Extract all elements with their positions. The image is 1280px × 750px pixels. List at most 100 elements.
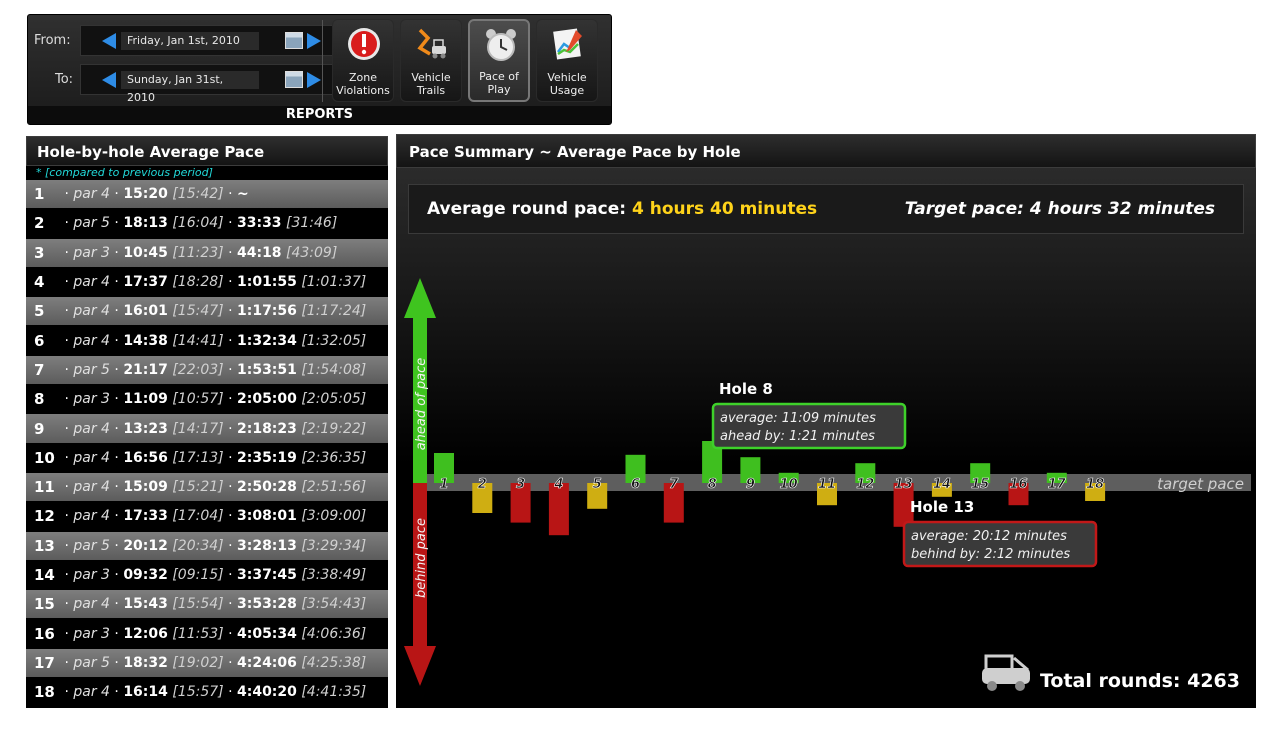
- separator: ·: [109, 596, 124, 613]
- hole-tick-label: 5: [593, 477, 602, 492]
- from-date-text[interactable]: Friday, Jan 1st, 2010: [121, 32, 259, 50]
- hole-number: 5: [34, 302, 45, 321]
- reports-section-label: REPORTS: [28, 106, 611, 124]
- separator: ·: [109, 537, 124, 554]
- hole-average-time: 15:09: [123, 479, 168, 496]
- cumulative-time: ~: [236, 186, 249, 203]
- hole-average-time: 21:17: [123, 361, 168, 378]
- up-arrow-icon: [404, 278, 436, 318]
- previous-cumulative-time: [2:36:35]: [301, 449, 367, 466]
- panel-title: Pace Summary ~ Average Pace by Hole: [396, 134, 1256, 168]
- hole-number: 18: [34, 683, 55, 702]
- to-label: To:: [55, 72, 74, 87]
- separator: ·: [109, 625, 124, 642]
- to-date-picker[interactable]: Sunday, Jan 31st, 2010: [80, 64, 342, 104]
- hole-number: 6: [34, 331, 45, 350]
- separator: ·: [223, 391, 237, 408]
- hole-row: 3 · par 3 · 10:45 [11:23] · 44:18 [43:09…: [26, 238, 388, 268]
- hole-tick-label: 18: [1086, 477, 1104, 492]
- callout-average: average: 11:09 minutes: [720, 411, 876, 426]
- hole-par: par 3: [73, 625, 110, 642]
- separator: ·: [60, 449, 74, 466]
- hole-number: 10: [34, 448, 55, 467]
- separator: ·: [109, 186, 124, 203]
- separator: ·: [223, 684, 237, 701]
- previous-cumulative-time: [3:29:34]: [301, 537, 367, 554]
- button-label: Vehicle Trails: [411, 71, 451, 97]
- hole-par: par 3: [73, 567, 110, 583]
- next-arrow-icon[interactable]: [307, 33, 321, 49]
- separator: ·: [109, 684, 124, 701]
- separator: ·: [109, 361, 124, 378]
- hole-par: par 3: [73, 391, 110, 408]
- hole-par: par 3: [73, 244, 110, 261]
- vehicle-usage-button[interactable]: Vehicle Usage: [536, 19, 598, 102]
- hole-number: 9: [34, 419, 45, 438]
- previous-arrow-icon[interactable]: [102, 33, 116, 49]
- cumulative-time: 4:24:06: [236, 654, 297, 671]
- from-date-picker[interactable]: Friday, Jan 1st, 2010: [80, 25, 342, 56]
- previous-average-time: [11:23]: [172, 244, 224, 261]
- calendar-icon[interactable]: [285, 32, 303, 49]
- hole-average-time: 20:12: [123, 537, 168, 554]
- callout-difference: ahead by: 1:21 minutes: [720, 429, 875, 444]
- separator: ·: [60, 332, 74, 349]
- previous-cumulative-time: [1:54:08]: [301, 361, 367, 378]
- previous-cumulative-time: [1:32:05]: [301, 332, 367, 349]
- callout-average: average: 20:12 minutes: [911, 529, 1067, 544]
- vehicle-trails-button[interactable]: Vehicle Trails: [400, 19, 462, 102]
- previous-average-time: [14:17]: [172, 420, 224, 437]
- hole-par: par 4: [73, 449, 110, 466]
- hole-number: 11: [34, 478, 55, 497]
- hole-row: 9 · par 4 · 13:23 [14:17] · 2:18:23 [2:1…: [26, 414, 388, 444]
- cumulative-time: 2:05:00: [236, 391, 297, 408]
- hole-tick-label: 2: [478, 477, 487, 492]
- previous-arrow-icon[interactable]: [102, 72, 116, 88]
- to-date-text[interactable]: Sunday, Jan 31st, 2010: [121, 71, 259, 104]
- hole-row: 15 · par 4 · 15:43 [15:54] · 3:53:28 [3:…: [26, 590, 388, 620]
- hole-average-time: 18:13: [123, 215, 168, 232]
- trails-icon: [417, 28, 446, 59]
- hole-tick-label: 14: [933, 477, 951, 492]
- down-arrow-icon: [404, 646, 436, 686]
- separator: ·: [223, 274, 237, 291]
- hole-list: 1 · par 4 · 15:20 [15:42] · ~ 2 · par 5 …: [26, 180, 388, 708]
- target-pace-band: [424, 474, 1251, 491]
- zone-violations-button[interactable]: Zone Violations: [332, 19, 394, 102]
- previous-average-time: [18:28]: [172, 274, 224, 291]
- previous-average-time: [22:03]: [172, 361, 224, 378]
- hole-by-hole-panel: Hole-by-hole Average Pace * [compared to…: [26, 136, 388, 708]
- alarm-clock-icon: [486, 29, 516, 61]
- next-arrow-icon[interactable]: [307, 72, 321, 88]
- hole-tick-label: 11: [818, 477, 836, 492]
- calendar-icon[interactable]: [285, 71, 303, 88]
- hole-par: par 4: [73, 596, 110, 613]
- hole-average-time: 18:32: [123, 654, 168, 671]
- separator: ·: [223, 420, 237, 437]
- separator: ·: [109, 654, 124, 671]
- hole-tick-label: 16: [1009, 477, 1027, 492]
- separator: ·: [109, 303, 124, 320]
- pace-of-play-button[interactable]: Pace of Play: [468, 19, 530, 102]
- separator: ·: [223, 303, 237, 320]
- separator: ·: [223, 215, 237, 232]
- hole-par: par 5: [73, 215, 110, 232]
- previous-average-time: [15:54]: [172, 596, 224, 613]
- pace-summary-body: Average round pace: 4 hours 40 minutes T…: [396, 168, 1256, 708]
- previous-cumulative-time: [2:05:05]: [301, 391, 367, 408]
- hole-tick-label: 6: [631, 477, 640, 492]
- cumulative-time: 4:40:20: [236, 684, 297, 701]
- hole-row: 7 · par 5 · 21:17 [22:03] · 1:53:51 [1:5…: [26, 355, 388, 386]
- hole-tick-label: 10: [780, 477, 798, 492]
- separator: ·: [60, 274, 74, 291]
- hole-par: par 4: [73, 186, 110, 203]
- separator: ·: [60, 654, 74, 671]
- separator: ·: [60, 479, 74, 496]
- hole-average-time: 11:09: [123, 391, 168, 408]
- separator: ·: [223, 508, 237, 525]
- hole-tick-label: 7: [669, 477, 679, 492]
- separator: ·: [223, 361, 237, 378]
- hole-row: 11 · par 4 · 15:09 [15:21] · 2:50:28 [2:…: [26, 472, 388, 503]
- separator: ·: [60, 420, 74, 437]
- separator: ·: [109, 420, 124, 437]
